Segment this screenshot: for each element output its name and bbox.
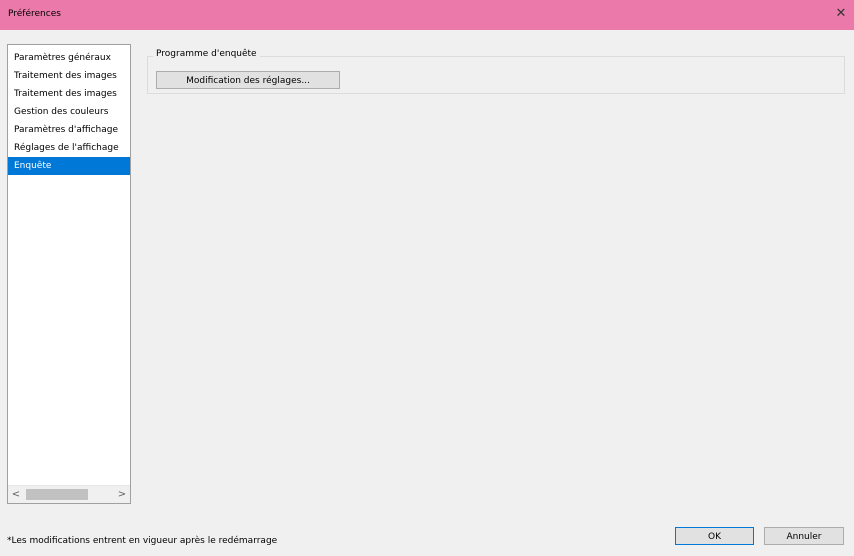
title-bar: Préférences ✕ [0, 0, 854, 30]
window-title: Préférences [8, 9, 61, 19]
sidebar-item-reglages-affichage[interactable]: Réglages de l'affichage [8, 139, 130, 157]
group-label: Programme d'enquête [153, 49, 260, 59]
horizontal-scrollbar[interactable]: < > [8, 485, 130, 503]
restart-note: *Les modifications entrent en vigueur ap… [7, 536, 278, 546]
scroll-right-icon[interactable]: > [114, 486, 130, 503]
sidebar-item-traitement-images-1[interactable]: Traitement des images [8, 67, 130, 85]
close-icon[interactable]: ✕ [828, 0, 854, 30]
cancel-button[interactable]: Annuler [764, 527, 844, 545]
sidebar-item-parametres-affichage[interactable]: Paramètres d'affichage [8, 121, 130, 139]
category-list: Paramètres généraux Traitement des image… [7, 44, 131, 504]
ok-button[interactable]: OK [675, 527, 754, 545]
sidebar-item-enquete[interactable]: Enquête [8, 157, 130, 175]
sidebar-item-traitement-images-2[interactable]: Traitement des images [8, 85, 130, 103]
scroll-left-icon[interactable]: < [8, 486, 24, 503]
sidebar-item-parametres-generaux[interactable]: Paramètres généraux [8, 49, 130, 67]
scrollbar-thumb[interactable] [26, 489, 88, 500]
sidebar-item-gestion-couleurs[interactable]: Gestion des couleurs [8, 103, 130, 121]
modify-settings-button[interactable]: Modification des réglages... [156, 71, 340, 89]
category-items: Paramètres généraux Traitement des image… [8, 49, 130, 175]
